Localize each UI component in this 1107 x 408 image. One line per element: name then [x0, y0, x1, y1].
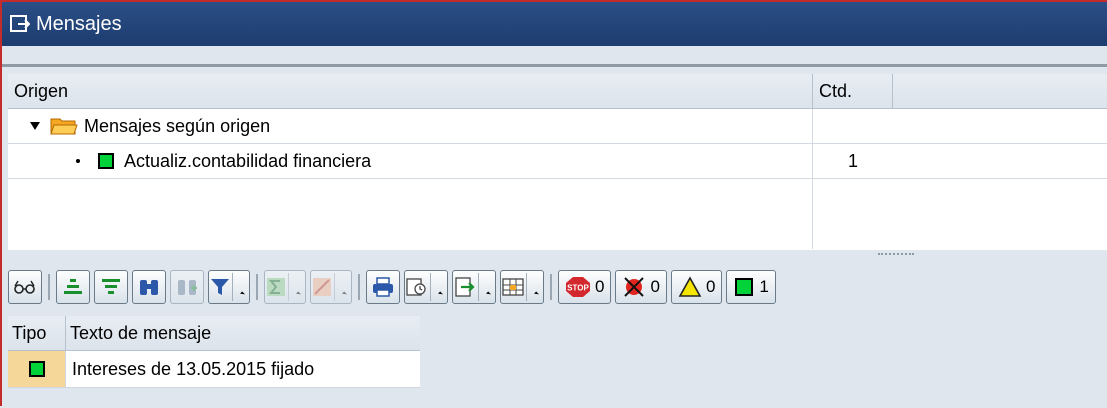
find-next-icon [178, 280, 197, 295]
sigma-icon [267, 278, 285, 296]
views-button[interactable] [404, 270, 448, 304]
success-status-icon [98, 153, 114, 169]
toolbar-separator [550, 274, 552, 300]
column-header-empty [893, 74, 1107, 108]
tree-row-root[interactable]: Mensajes según origen [8, 109, 1107, 144]
error-icon [624, 277, 645, 297]
bullet-icon [76, 159, 80, 163]
toolbar-separator [48, 274, 50, 300]
dropdown-arrow-icon [240, 291, 245, 297]
success-status-icon [28, 361, 45, 377]
separator-line [2, 64, 1107, 67]
tree-row-label: Actualiz.contabilidad financiera [124, 150, 372, 171]
success-icon [735, 278, 754, 296]
find-next-button[interactable] [170, 270, 204, 304]
view-icon [406, 278, 426, 296]
message-row[interactable]: Intereses de 13.05.2015 fijado [8, 351, 420, 388]
tree-row-count: 1 [847, 150, 858, 171]
stop-count: 0 [595, 277, 605, 296]
sum-button[interactable] [264, 270, 306, 304]
dropdown-arrow-icon [486, 291, 491, 297]
toolbar-separator [358, 274, 360, 300]
sort-descending-icon [102, 279, 120, 294]
sort-ascending-button[interactable] [56, 270, 90, 304]
tree-header: Origen Ctd. [8, 74, 1107, 109]
binoculars-icon [140, 280, 158, 295]
subtotal-button[interactable] [310, 270, 352, 304]
subtotal-icon [313, 278, 331, 296]
messages-toolbar: STOP 0 0 0 1 [8, 264, 1107, 310]
filter-stop-messages-button[interactable]: STOP 0 [558, 270, 612, 304]
sort-descending-button[interactable] [94, 270, 128, 304]
filter-error-messages-button[interactable]: 0 [615, 270, 667, 304]
message-list: Tipo Texto de mensaje Intereses de 13.05… [8, 316, 1107, 408]
warning-icon [678, 276, 702, 297]
print-button[interactable] [366, 270, 400, 304]
open-folder-icon [50, 118, 78, 135]
filter-warning-messages-button[interactable]: 0 [670, 270, 723, 304]
filter-icon [211, 279, 229, 295]
splitter-handle[interactable] [8, 250, 1107, 260]
tree-row-label: Mensajes según origen [84, 115, 271, 136]
origin-tree-grid: Origen Ctd. Mensajes según origen Actual… [8, 74, 1107, 250]
export-button[interactable] [452, 270, 496, 304]
column-header-tipo[interactable]: Tipo [8, 316, 66, 350]
dropdown-arrow-icon [438, 291, 443, 297]
export-icon [455, 277, 475, 297]
printer-icon [373, 277, 393, 297]
message-type-cell [8, 351, 66, 387]
message-text: Intereses de 13.05.2015 fijado [72, 359, 315, 379]
layout-grid-icon [502, 278, 524, 296]
column-header-ctd[interactable]: Ctd. [813, 74, 893, 108]
filter-success-messages-button[interactable]: 1 [726, 270, 776, 304]
dropdown-arrow-icon [342, 291, 347, 297]
layout-button[interactable] [500, 270, 544, 304]
title-bar: Mensajes [2, 2, 1107, 46]
dropdown-arrow-icon [296, 291, 301, 297]
tree-empty-area [8, 179, 1107, 249]
details-button[interactable] [8, 270, 42, 304]
svg-text:STOP: STOP [567, 284, 589, 293]
collapse-triangle-icon[interactable] [30, 122, 40, 130]
warning-count: 0 [705, 277, 716, 296]
window-title: Mensajes [36, 12, 122, 35]
toolbar-separator [256, 274, 258, 300]
sort-ascending-icon [64, 279, 82, 294]
column-header-origen[interactable]: Origen [8, 74, 813, 108]
tree-row-child[interactable]: Actualiz.contabilidad financiera 1 [8, 144, 1107, 179]
window-icon [10, 15, 30, 32]
find-button[interactable] [132, 270, 166, 304]
error-count: 0 [650, 277, 660, 296]
filter-button[interactable] [208, 270, 250, 304]
tree-row-count [813, 109, 893, 143]
message-list-header: Tipo Texto de mensaje [8, 316, 420, 351]
success-count: 1 [759, 277, 769, 296]
dropdown-arrow-icon [534, 291, 539, 297]
column-header-texto[interactable]: Texto de mensaje [66, 316, 420, 350]
messages-window: Mensajes Origen Ctd. Mensajes según orig… [0, 0, 1107, 406]
stop-sign-icon: STOP [566, 277, 590, 297]
glasses-icon [14, 280, 35, 294]
